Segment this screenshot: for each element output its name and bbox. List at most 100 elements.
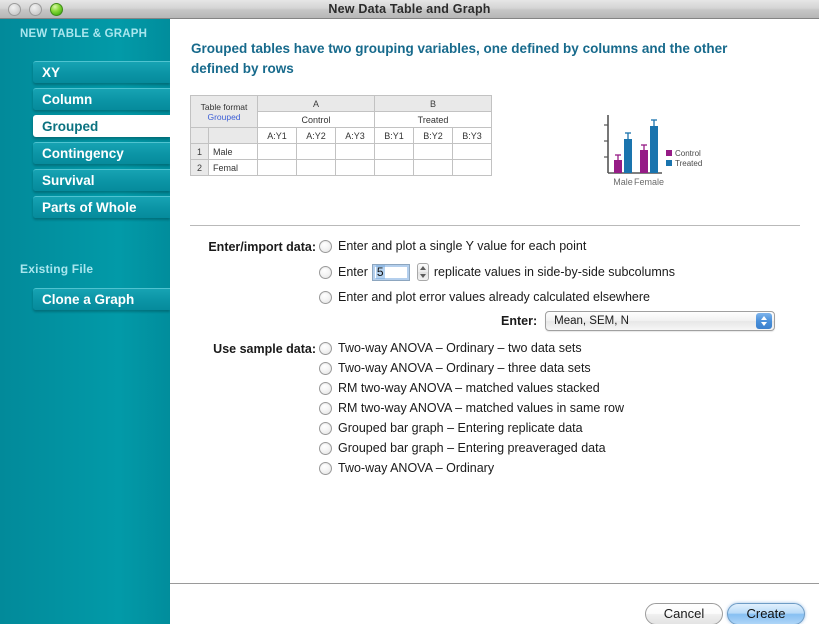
xtick-male: Male — [613, 177, 633, 187]
legend-label-treated: Treated — [675, 159, 702, 168]
preview-cell — [258, 160, 297, 176]
enter-format-label: Enter: — [501, 314, 537, 328]
preview-table-corner: Table format Grouped — [191, 96, 258, 128]
radio-label: RM two-way ANOVA – matched values stacke… — [338, 381, 600, 395]
radio-sample-grouped-bar-preaveraged[interactable]: Grouped bar graph – Entering preaveraged… — [319, 441, 606, 455]
replicate-count-value: 5 — [376, 265, 385, 279]
preview-table-corner-value: Grouped — [193, 112, 255, 122]
radio-replicate-values-label-after: replicate values in side-by-side subcolu… — [434, 265, 675, 279]
preview-table-rowlabel-1: Male — [209, 144, 258, 160]
preview-chart: Male Female Control Treated — [600, 111, 725, 193]
radio-icon — [319, 422, 332, 435]
preview-table-rownum-1: 1 — [191, 144, 209, 160]
sidebar-item-grouped[interactable]: Grouped — [33, 115, 170, 137]
enter-format-select[interactable]: Mean, SEM, N — [545, 311, 775, 331]
bar-male-treated — [624, 139, 632, 173]
sidebar-item-clone-a-graph[interactable]: Clone a Graph — [33, 288, 170, 310]
radio-error-values-label: Enter and plot error values already calc… — [338, 290, 650, 304]
radio-label: Two-way ANOVA – Ordinary — [338, 461, 494, 475]
preview-table: Table format Grouped A B Control Treated… — [190, 95, 492, 176]
legend-swatch-treated — [666, 160, 672, 166]
radio-label: Grouped bar graph – Entering preaveraged… — [338, 441, 606, 455]
grouped-bar-chart-svg: Male Female Control Treated — [600, 111, 725, 193]
window-titlebar: New Data Table and Graph — [0, 0, 819, 19]
preview-table-blank-num — [191, 128, 209, 144]
preview-table-groupname-control: Control — [258, 112, 375, 128]
bar-female-control — [640, 150, 648, 173]
radio-error-values[interactable]: Enter and plot error values already calc… — [319, 290, 650, 304]
enter-import-data-label: Enter/import data: — [184, 240, 316, 254]
chevron-updown-icon — [756, 313, 772, 329]
sidebar-item-parts-of-whole[interactable]: Parts of Whole — [33, 196, 170, 218]
preview-cell — [414, 144, 453, 160]
sidebar: NEW TABLE & GRAPH XY Column Grouped Cont… — [0, 19, 170, 624]
bar-male-control — [614, 160, 622, 173]
preview-table-rownum-2: 2 — [191, 160, 209, 176]
legend-swatch-control — [666, 150, 672, 156]
preview-cell — [375, 144, 414, 160]
radio-icon — [319, 291, 332, 304]
footer-divider — [170, 583, 819, 584]
page-headline: Grouped tables have two grouping variabl… — [191, 39, 771, 79]
radio-icon — [319, 442, 332, 455]
bar-female-treated — [650, 126, 658, 173]
radio-icon — [319, 382, 332, 395]
radio-sample-two-way-anova-two-sets[interactable]: Two-way ANOVA – Ordinary – two data sets — [319, 341, 582, 355]
enter-format-value: Mean, SEM, N — [554, 315, 629, 327]
preview-table-sub-a-y2: A:Y2 — [297, 128, 336, 144]
divider-top — [190, 225, 800, 226]
preview-table-sub-a-y3: A:Y3 — [336, 128, 375, 144]
sidebar-item-xy[interactable]: XY — [33, 61, 170, 83]
preview-table-corner-title: Table format — [201, 102, 248, 112]
radio-single-y-value-label: Enter and plot a single Y value for each… — [338, 239, 586, 253]
preview-cell — [297, 144, 336, 160]
enter-format-row: Enter: Mean, SEM, N — [501, 311, 775, 331]
preview-table-group-b: B — [375, 96, 492, 112]
cancel-button[interactable]: Cancel — [645, 603, 723, 624]
new-data-table-and-graph-window: New Data Table and Graph NEW TABLE & GRA… — [0, 0, 819, 624]
preview-table-group-a: A — [258, 96, 375, 112]
preview-table-rowlabel-2: Femal — [209, 160, 258, 176]
radio-label: Two-way ANOVA – Ordinary – two data sets — [338, 341, 582, 355]
radio-icon — [319, 240, 332, 253]
radio-icon — [319, 402, 332, 415]
create-button[interactable]: Create — [727, 603, 805, 624]
sidebar-item-column[interactable]: Column — [33, 88, 170, 110]
sidebar-item-survival[interactable]: Survival — [33, 169, 170, 191]
preview-table-blank-lbl — [209, 128, 258, 144]
radio-label: Two-way ANOVA – Ordinary – three data se… — [338, 361, 591, 375]
preview-table-subcolumn-row: A:Y1 A:Y2 A:Y3 B:Y1 B:Y2 B:Y3 — [191, 128, 492, 144]
legend-label-control: Control — [675, 149, 701, 158]
radio-icon — [319, 362, 332, 375]
preview-cell — [336, 160, 375, 176]
radio-sample-two-way-anova-three-sets[interactable]: Two-way ANOVA – Ordinary – three data se… — [319, 361, 591, 375]
table-row: 2 Femal — [191, 160, 492, 176]
radio-label: RM two-way ANOVA – matched values in sam… — [338, 401, 624, 415]
window-title: New Data Table and Graph — [0, 2, 819, 16]
sidebar-existing-file-title: Existing File — [20, 262, 93, 276]
preview-cell — [453, 160, 492, 176]
preview-table-sub-a-y1: A:Y1 — [258, 128, 297, 144]
preview-cell — [258, 144, 297, 160]
xtick-female: Female — [634, 177, 664, 187]
use-sample-data-label: Use sample data: — [184, 342, 316, 356]
preview-cell — [414, 160, 453, 176]
radio-icon — [319, 266, 332, 279]
replicate-count-stepper[interactable] — [417, 263, 429, 281]
radio-replicate-values-label-before: Enter — [338, 265, 368, 279]
sidebar-item-contingency[interactable]: Contingency — [33, 142, 170, 164]
radio-sample-two-way-anova-ordinary[interactable]: Two-way ANOVA – Ordinary — [319, 461, 494, 475]
table-row: 1 Male — [191, 144, 492, 160]
main-panel: Grouped tables have two grouping variabl… — [170, 19, 819, 624]
radio-replicate-values[interactable]: Enter 5 replicate values in side-by-side… — [319, 263, 675, 281]
radio-sample-rm-two-way-stacked[interactable]: RM two-way ANOVA – matched values stacke… — [319, 381, 600, 395]
preview-table-groupname-treated: Treated — [375, 112, 492, 128]
replicate-count-input[interactable]: 5 — [372, 264, 410, 281]
sidebar-title: NEW TABLE & GRAPH — [20, 28, 147, 40]
preview-cell — [297, 160, 336, 176]
radio-sample-grouped-bar-replicate[interactable]: Grouped bar graph – Entering replicate d… — [319, 421, 583, 435]
radio-sample-rm-two-way-same-row[interactable]: RM two-way ANOVA – matched values in sam… — [319, 401, 624, 415]
preview-table-header-row: Table format Grouped A B — [191, 96, 492, 112]
preview-cell — [336, 144, 375, 160]
radio-single-y-value[interactable]: Enter and plot a single Y value for each… — [319, 239, 586, 253]
